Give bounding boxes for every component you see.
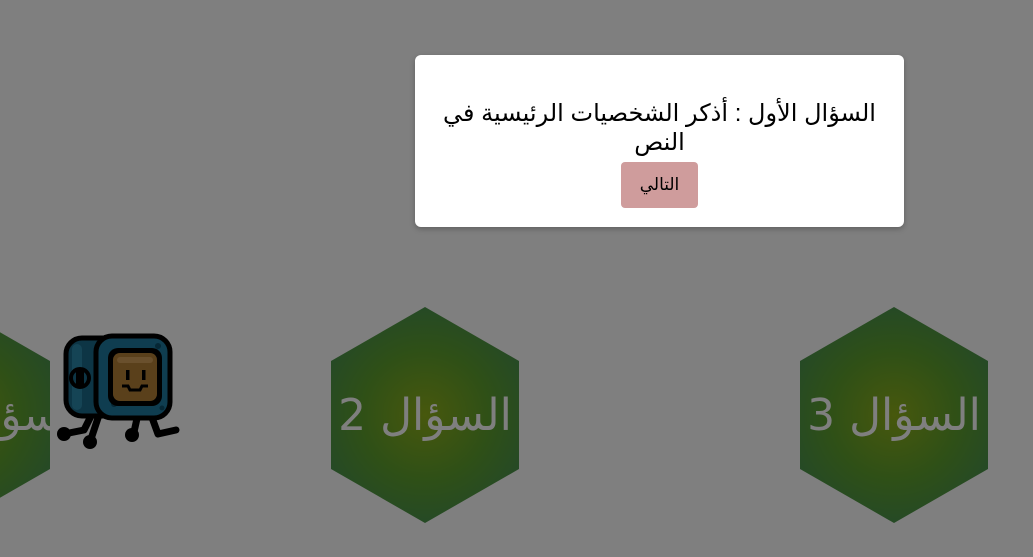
next-button[interactable]: التالي bbox=[621, 162, 698, 208]
question-dialog: السؤال الأول : أذكر الشخصيات الرئيسية في… bbox=[415, 55, 904, 227]
question-text: السؤال الأول : أذكر الشخصيات الرئيسية في… bbox=[443, 100, 876, 156]
